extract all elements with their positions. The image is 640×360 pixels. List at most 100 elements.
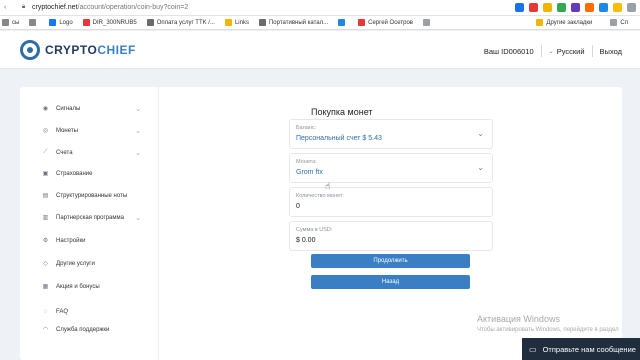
- watermark-subtitle: Чтобы активировать Windows, перейдите в …: [477, 327, 619, 333]
- bookmark-item[interactable]: Оплата услуг TTK /...: [146, 19, 215, 26]
- sidebar-item-label: Монеты: [56, 127, 78, 134]
- extension-icon[interactable]: [585, 3, 594, 12]
- sidebar-item[interactable]: ▥ Партнерская программа ⌄: [41, 213, 151, 222]
- extension-icon[interactable]: [571, 3, 580, 12]
- sidebar-item-label: Другие услуги: [56, 260, 95, 267]
- chart-line-icon: ⟋: [43, 149, 48, 155]
- bookmark-sp[interactable]: Сп: [610, 19, 628, 26]
- bookmark-item[interactable]: Сергей Осетров: [358, 19, 413, 26]
- bookmarks-right: Другие закладки Сп: [532, 19, 638, 26]
- bookmark-item[interactable]: [29, 19, 39, 26]
- bookmark-label: DIR_300NRUB5: [92, 19, 137, 26]
- url-text[interactable]: cryptochief.net/account/operation/coin-b…: [32, 4, 188, 11]
- continue-button[interactable]: Продолжить: [311, 254, 470, 268]
- bookmark-favicon-icon: [29, 19, 37, 26]
- browser-address-bar[interactable]: ‹ 🔒︎ cryptochief.net/account/operation/c…: [0, 0, 640, 16]
- bookmark-item[interactable]: [338, 19, 348, 26]
- mouse-cursor-icon: ☝︎: [325, 181, 331, 191]
- chevron-down-icon: ⌄: [477, 129, 484, 138]
- bookmark-label: сы: [12, 19, 20, 26]
- bookmark-favicon-icon: [146, 19, 154, 26]
- sidebar-item-label: Настройки: [56, 237, 86, 244]
- sidebar: ◉ Сигналы ⌄ ◎ Монеты ⌄ ⟋ Счета ⌄ ▣ Страхование ▤ Стр…: [20, 87, 159, 360]
- bookmark-favicon-icon: [422, 19, 430, 26]
- sum-field[interactable]: Сумма в USD: $ 0.00: [289, 221, 493, 251]
- user-id[interactable]: Ваш ID006010: [484, 47, 534, 56]
- logo[interactable]: CRYPTOCHIEF: [20, 40, 136, 60]
- bookmark-item[interactable]: [422, 19, 433, 26]
- extension-icon[interactable]: [557, 3, 566, 12]
- sidebar-item[interactable]: ▤ Структурированные ноты: [41, 191, 151, 200]
- balance-select[interactable]: Баланс: Персональный счет $ 5.43 ⌄: [289, 119, 493, 149]
- extension-icon[interactable]: [613, 3, 622, 12]
- logo-text-part1: CRYPTO: [45, 43, 98, 57]
- quantity-value[interactable]: 0: [296, 203, 300, 210]
- bookmark-item[interactable]: Logo: [49, 19, 73, 26]
- sidebar-item[interactable]: ◇ Другие услуги: [41, 259, 151, 268]
- bookmark-favicon-icon: [49, 19, 57, 26]
- language-selector[interactable]: ⌄ Русский: [549, 47, 585, 56]
- sidebar-item-label: Сигналы: [56, 105, 81, 112]
- logo-icon: [20, 40, 40, 60]
- chevron-down-icon: ⌄: [135, 149, 141, 157]
- divider: [591, 45, 593, 57]
- sum-label: Сумма в USD:: [296, 227, 333, 233]
- bookmark-item[interactable]: DIR_300NRUB5: [82, 19, 137, 26]
- sidebar-item[interactable]: ⟋ Счета ⌄: [41, 148, 151, 157]
- extension-icon[interactable]: [543, 3, 552, 12]
- chevron-down-icon: ⌄: [477, 163, 484, 172]
- briefcase-icon: ▥: [42, 215, 49, 221]
- sidebar-item-label: Служба поддержки: [56, 326, 110, 333]
- divider: [540, 45, 542, 57]
- sidebar-item[interactable]: ⚙ Настройки: [41, 236, 151, 245]
- bookmark-item[interactable]: сы: [2, 19, 19, 26]
- folder-icon: [610, 19, 618, 26]
- bookmark-label: Сп: [620, 19, 628, 26]
- sidebar-item[interactable]: ◉ Сигналы ⌄: [41, 104, 151, 113]
- back-button[interactable]: Назад: [311, 275, 470, 289]
- page-title: Покупка монет: [311, 107, 373, 117]
- url-host: cryptochief.net: [32, 4, 78, 11]
- signal-icon: ◉: [42, 106, 49, 112]
- extension-icon[interactable]: [515, 3, 524, 12]
- message-icon: ▭: [529, 344, 537, 354]
- sidebar-item[interactable]: ◌ FAQ: [41, 307, 151, 316]
- bookmark-favicon-icon: [258, 19, 266, 26]
- sidebar-item[interactable]: ◠ Служба поддержки: [41, 325, 151, 334]
- bookmark-favicon-icon: [224, 19, 232, 26]
- bookmark-item[interactable]: Links: [224, 19, 249, 26]
- tag-icon: ◇: [43, 261, 48, 267]
- chevron-down-icon: ⌄: [135, 127, 141, 135]
- sidebar-item-label: Структурированные ноты: [56, 192, 128, 199]
- bookmark-other[interactable]: Другие закладки: [536, 19, 592, 26]
- sidebar-item[interactable]: ▣ Страхование: [41, 169, 151, 178]
- bookmark-label: Сергей Осетров: [368, 19, 413, 26]
- chevron-down-icon: ⌄: [135, 105, 141, 113]
- bookmark-label: Другие закладки: [546, 19, 593, 26]
- bookmark-item[interactable]: Портативный катал...: [258, 19, 328, 26]
- logo-text-part2: CHIEF: [97, 43, 136, 57]
- logo-text: CRYPTOCHIEF: [45, 43, 136, 57]
- extension-icon[interactable]: [529, 3, 538, 12]
- bookmarks-bar: сы Logo DIR_300NRUB5 Оплата услуг TTK /... L…: [0, 16, 640, 30]
- sidebar-item[interactable]: ▦ Акция и бонусы: [41, 282, 151, 291]
- extension-icon[interactable]: [627, 3, 636, 12]
- logout-link[interactable]: Выход: [600, 47, 622, 56]
- extensions-tray: [515, 3, 636, 12]
- quantity-field[interactable]: Количество монет: 0: [289, 187, 493, 217]
- balance-label: Баланс:: [296, 125, 317, 131]
- language-label: Русский: [556, 46, 585, 56]
- quantity-label: Количество монет:: [296, 193, 344, 199]
- site-header: CRYPTOCHIEF Ваш ID006010 ⌄ Русский Выход: [0, 31, 640, 69]
- chevron-down-icon: ⌄: [548, 48, 554, 55]
- chevron-down-icon: ⌄: [135, 214, 141, 222]
- sum-value[interactable]: $ 0.00: [296, 237, 315, 244]
- sidebar-item-label: FAQ: [56, 308, 69, 315]
- chat-widget[interactable]: ▭ Отправьте нам сообщение: [522, 338, 640, 360]
- chat-icon: ◌: [43, 308, 48, 315]
- coin-select[interactable]: Монета: Grom ftx ⌄: [289, 153, 493, 183]
- extension-icon[interactable]: [599, 3, 608, 12]
- coin-label: Монета:: [296, 159, 317, 165]
- back-arrow-icon[interactable]: ‹: [4, 4, 6, 11]
- sidebar-item[interactable]: ◎ Монеты ⌄: [41, 126, 151, 135]
